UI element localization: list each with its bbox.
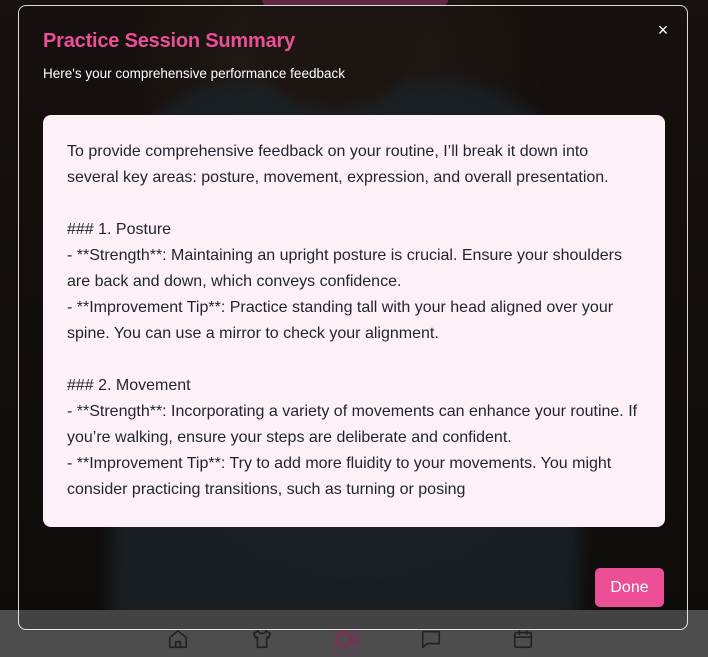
feedback-line: spine. You can use a mirror to check you…	[67, 325, 439, 342]
feedback-line: consider practicing transitions, such as…	[67, 481, 466, 498]
feedback-line: - **Strength**: Incorporating a variety …	[67, 403, 638, 420]
feedback-line: To provide comprehensive feedback on you…	[67, 143, 589, 160]
feedback-line: are back and down, which conveys confide…	[67, 273, 402, 290]
close-button[interactable]: ×	[653, 20, 673, 40]
modal-title: Practice Session Summary	[43, 30, 295, 52]
feedback-heading: ### 1. Posture	[67, 221, 172, 238]
feedback-line: - **Strength**: Maintaining an upright p…	[67, 247, 622, 264]
modal-subtitle: Here's your comprehensive performance fe…	[43, 66, 345, 81]
feedback-line	[67, 347, 641, 373]
feedback-heading: ### 2. Movement	[67, 377, 191, 394]
feedback-line: several key areas: posture, movement, ex…	[67, 169, 609, 186]
feedback-line: - **Improvement Tip**: Practice standing…	[67, 299, 614, 316]
close-icon: ×	[657, 20, 669, 40]
summary-modal: × Practice Session Summary Here's your c…	[18, 5, 688, 630]
done-button[interactable]: Done	[595, 568, 664, 607]
feedback-panel: To provide comprehensive feedback on you…	[43, 115, 665, 527]
feedback-line	[67, 191, 641, 217]
feedback-line: you’re walking, ensure your steps are de…	[67, 429, 512, 446]
screen: × Practice Session Summary Here's your c…	[0, 0, 708, 657]
feedback-line: - **Improvement Tip**: Try to add more f…	[67, 455, 612, 472]
